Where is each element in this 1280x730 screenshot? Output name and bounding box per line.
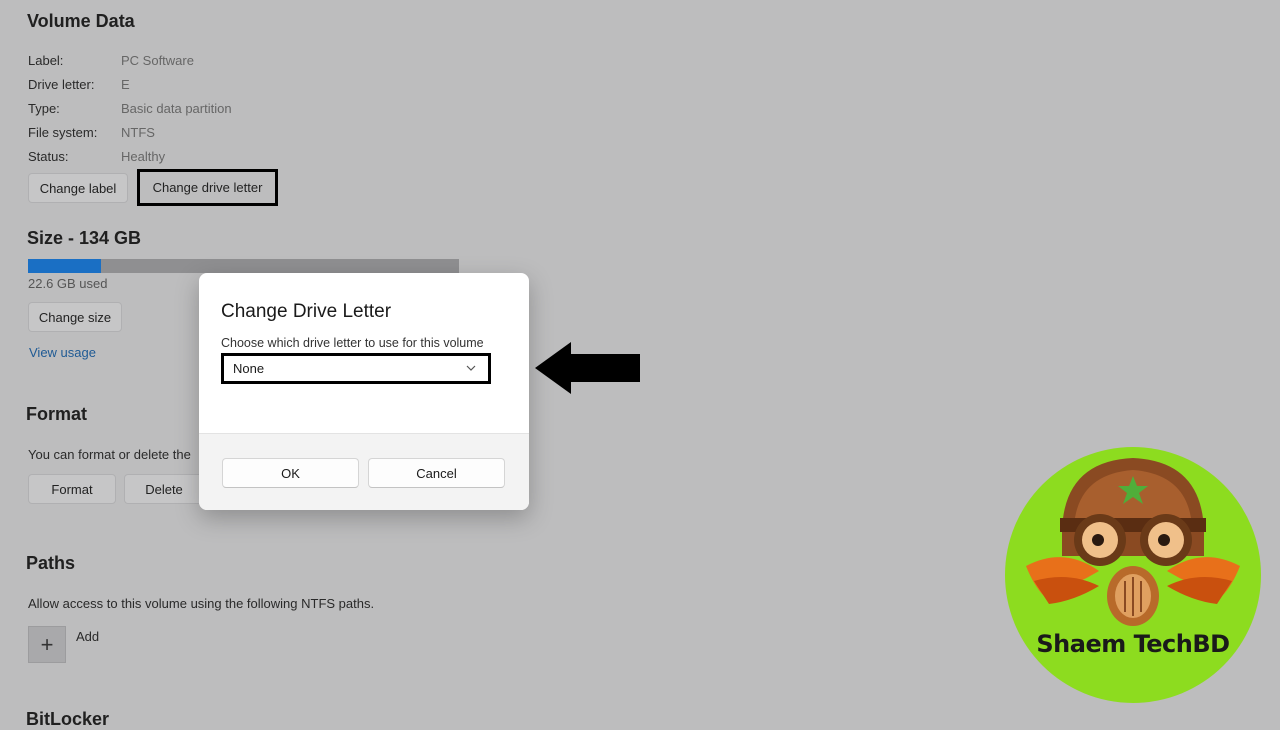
property-value: Healthy — [121, 149, 166, 164]
property-label: File system: — [28, 125, 98, 140]
cancel-button[interactable]: Cancel — [368, 458, 505, 488]
watermark-text: Shaem TechBD — [1036, 630, 1230, 658]
dialog-title: Change Drive Letter — [221, 301, 392, 322]
change-size-button[interactable]: Change size — [28, 302, 122, 332]
usage-bar — [28, 259, 459, 273]
format-heading: Format — [26, 404, 88, 424]
chevron-down-icon — [466, 365, 476, 371]
change-drive-letter-dialog: Change Drive Letter Choose which drive l… — [199, 273, 529, 510]
property-row-drive-letter: Drive letter: E — [28, 77, 228, 101]
property-value: Basic data partition — [121, 101, 232, 116]
size-heading: Size - 134 GB — [27, 228, 142, 248]
usage-bar-fill — [28, 259, 101, 273]
volume-properties: Label: PC Software Drive letter: E Type:… — [28, 53, 232, 173]
selected-drive-letter: None — [233, 361, 265, 376]
paths-description: Allow access to this volume using the fo… — [28, 596, 375, 611]
volume-data-heading: Volume Data — [27, 11, 135, 31]
property-value: E — [121, 77, 130, 92]
view-usage-link[interactable]: View usage — [29, 345, 96, 360]
property-row-label: Label: PC Software — [28, 53, 228, 77]
property-label: Label: — [28, 53, 64, 68]
property-label: Status: — [28, 149, 69, 164]
delete-button[interactable]: Delete — [124, 474, 204, 504]
annotation-arrow-icon — [535, 342, 640, 394]
property-label: Drive letter: — [28, 77, 95, 92]
drive-letter-select[interactable]: None — [221, 353, 491, 384]
property-label: Type: — [28, 101, 60, 116]
ok-button[interactable]: OK — [222, 458, 359, 488]
add-label: Add — [76, 629, 100, 644]
plus-icon: + — [40, 631, 54, 657]
helmet-mascot-icon — [1005, 447, 1261, 703]
paths-heading: Paths — [26, 553, 76, 573]
format-description: You can format or delete the — [28, 447, 191, 462]
change-label-button[interactable]: Change label — [28, 173, 128, 203]
property-row-file-system: File system: NTFS — [28, 125, 228, 149]
dialog-prompt: Choose which drive letter to use for thi… — [221, 336, 484, 350]
used-text: 22.6 GB used — [28, 276, 108, 291]
format-button[interactable]: Format — [28, 474, 116, 504]
change-drive-letter-button[interactable]: Change drive letter — [137, 169, 278, 206]
dialog-footer: OK Cancel — [199, 433, 529, 510]
property-value: PC Software — [121, 53, 194, 68]
watermark-logo: Shaem TechBD — [1004, 446, 1262, 704]
property-value: NTFS — [121, 125, 155, 140]
property-row-type: Type: Basic data partition — [28, 101, 232, 125]
add-path-button[interactable]: + — [28, 626, 66, 663]
